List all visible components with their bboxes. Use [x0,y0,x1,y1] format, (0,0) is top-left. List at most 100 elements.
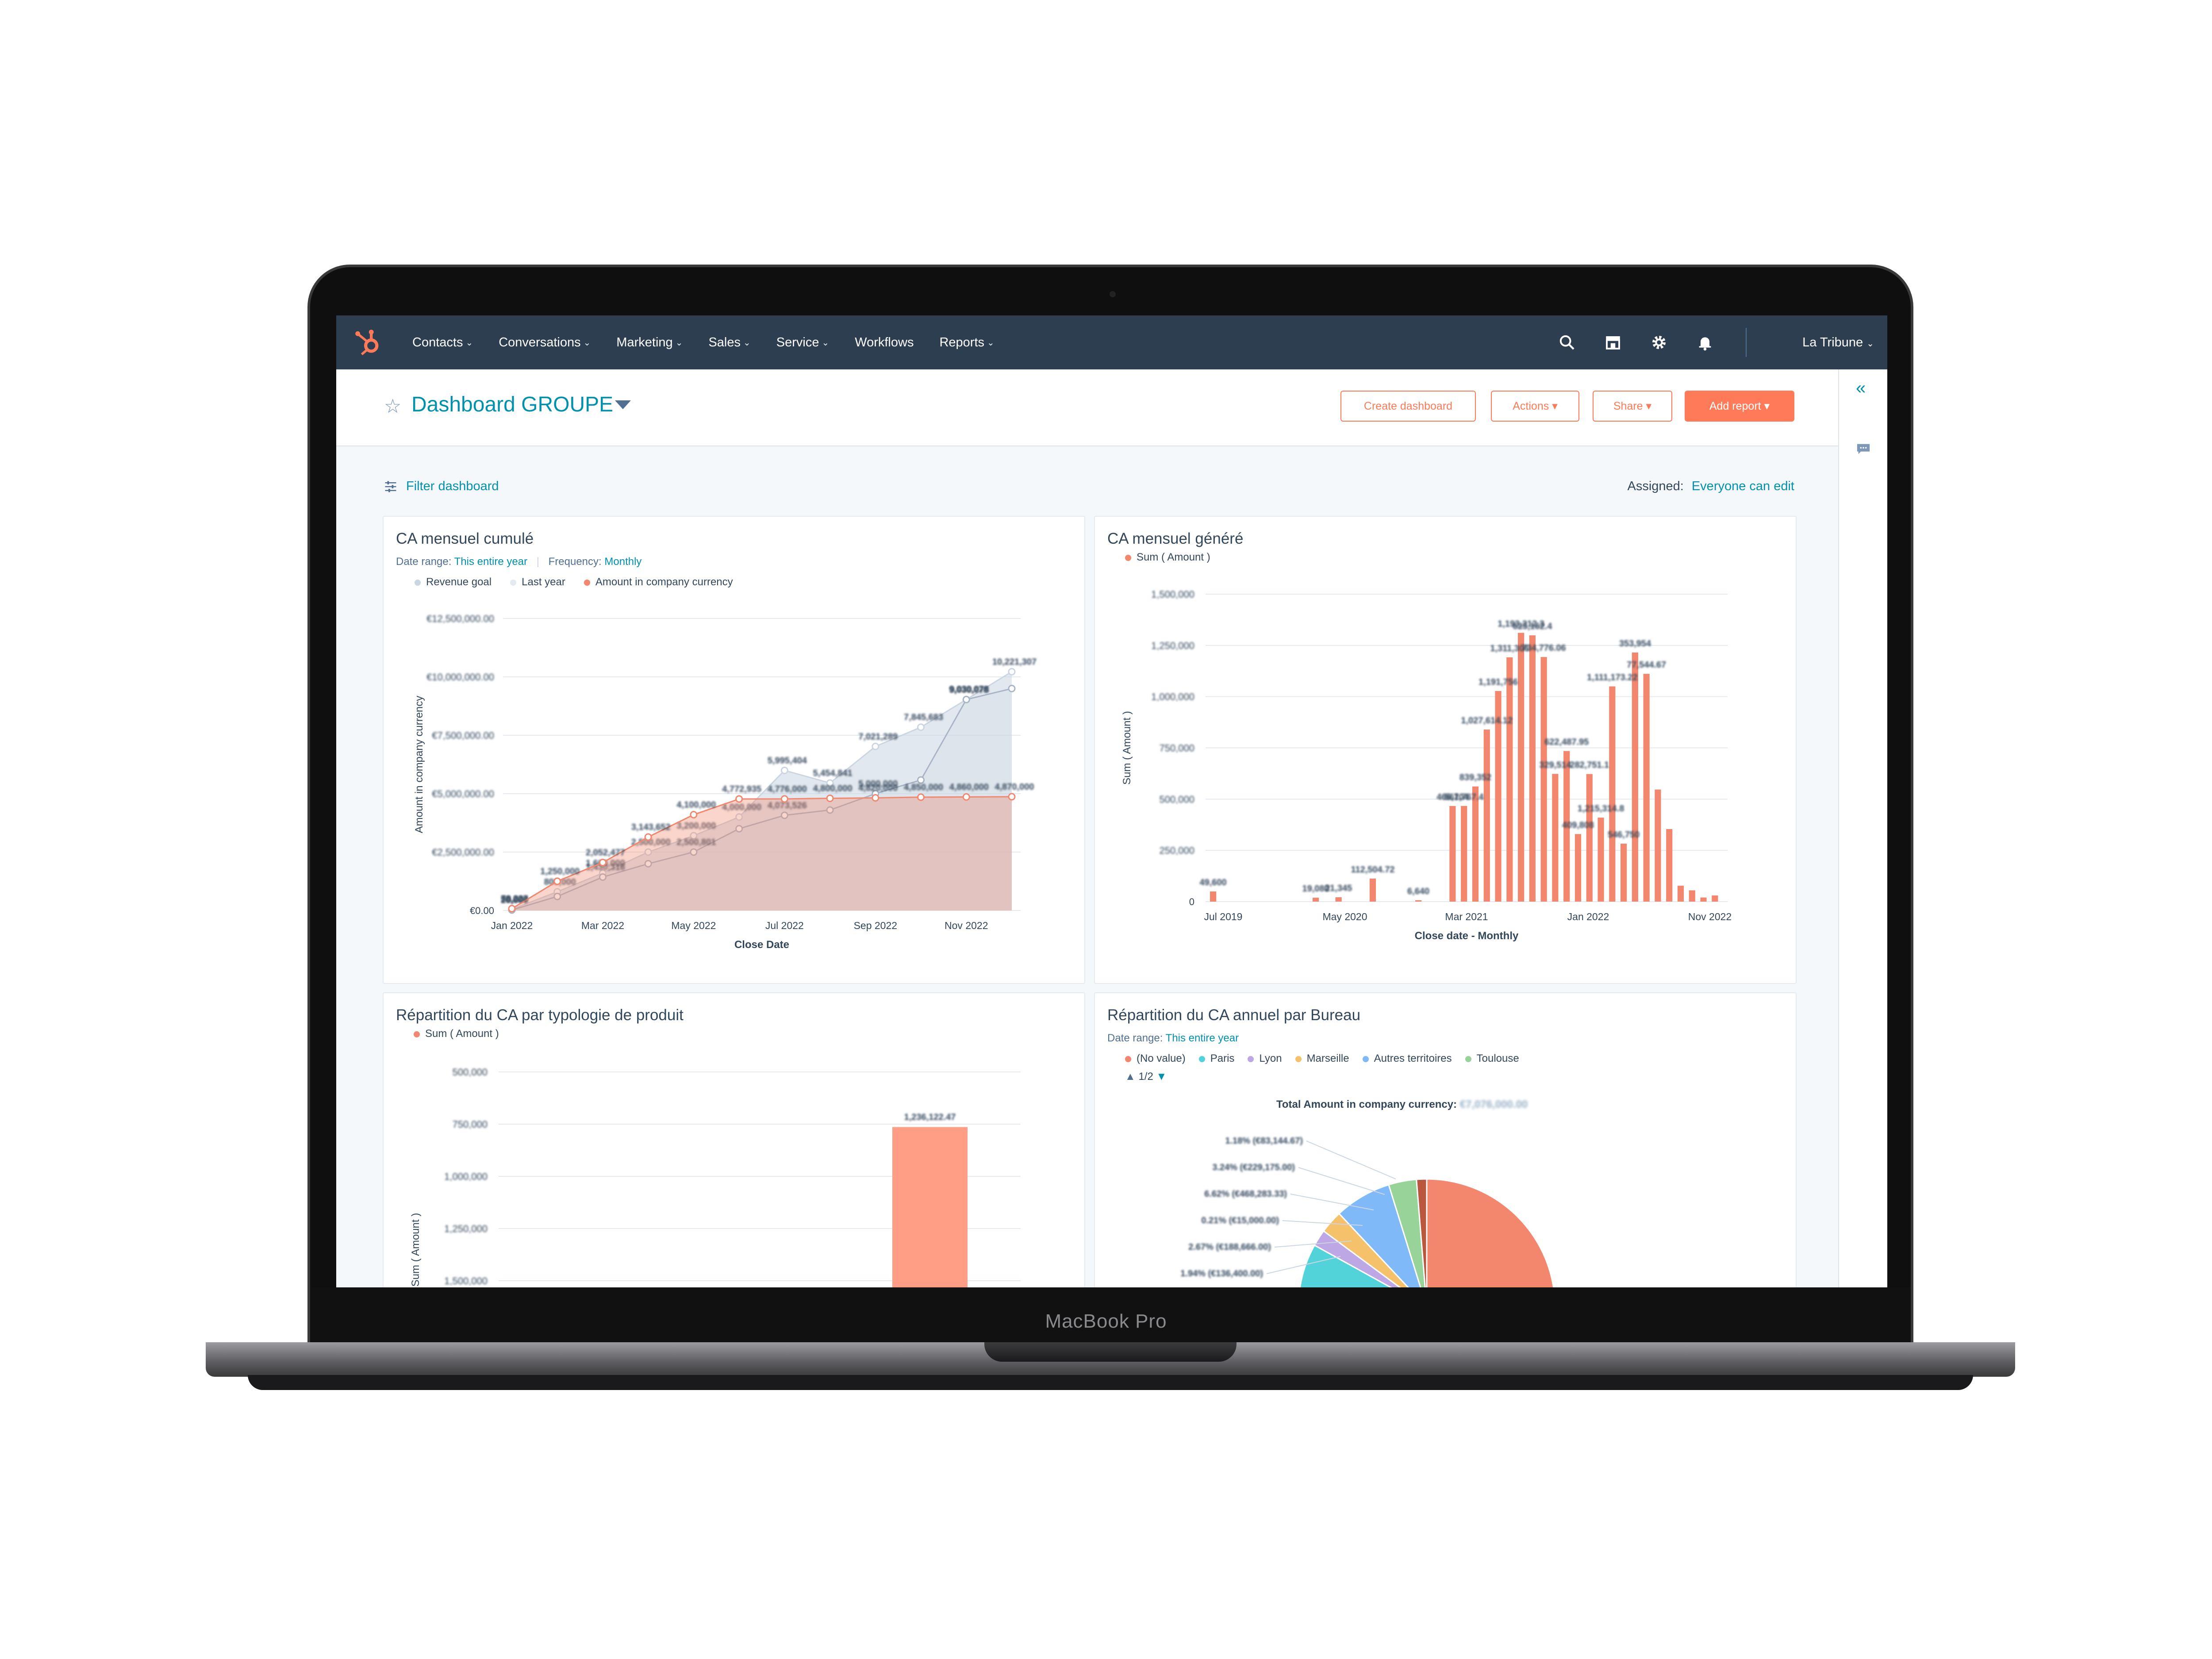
collapse-sidebar-icon[interactable]: « [1856,378,1866,398]
data-label: 4,850,000 [904,783,943,792]
share-label: Share [1613,399,1643,412]
data-point [1008,668,1016,676]
bar [1506,657,1513,902]
chat-icon[interactable] [1856,442,1871,459]
bar [1313,898,1319,902]
y-tick-label: 1,000,000 [444,1171,488,1182]
account-name: La Tribune [1802,335,1863,349]
notifications-icon[interactable] [1695,333,1715,352]
data-label: 1,236,122.47 [904,1113,956,1122]
create-dashboard-label: Create dashboard [1363,399,1453,412]
bar [1518,633,1525,902]
top-nav: Contacts ⌄ Conversations ⌄ Marketing ⌄ Sales ⌄ S… [336,315,1887,369]
y-tick-label: 1,000,000 [1151,691,1194,703]
chevron-down-icon: ⌄ [743,338,751,348]
data-label: 7,845,683 [904,713,943,722]
x-tick-label: Jul 2022 [765,920,804,931]
data-label: 4,100,000 [676,800,716,810]
data-point [1008,793,1016,801]
y-tick-label: 1,250,000 [1151,640,1194,651]
favorite-star-icon[interactable]: ☆ [384,395,401,418]
nav-item-workflows[interactable]: Workflows [855,335,914,350]
bureau-pie-chart: 1.18% (€83,144.67) 3.24% (€229,175.00) 6.6… [1180,1136,1554,1287]
x-axis-label: Close date - Monthly [1415,930,1519,942]
report-card-ca-cumule: CA mensuel cumulé Date range: This entir… [383,516,1085,984]
y-tick-label: 0 [1189,896,1194,907]
data-label: 4,776,000 [768,784,807,794]
y-tick-label: €0.00 [470,905,494,916]
data-label: 2.67% (€188,666.00) [1188,1242,1271,1252]
data-label: 546,750 [1608,830,1640,840]
nav-item-reports[interactable]: Reports ⌄ [939,335,994,350]
add-report-button[interactable]: Add report ▾ [1685,391,1794,422]
chevron-down-icon: ⌄ [1866,338,1874,349]
nav-item-marketing[interactable]: Marketing ⌄ [616,335,683,350]
assigned-label: Assigned: [1627,479,1684,493]
y-axis-label: Sum ( Amount ) [1121,711,1133,785]
actions-label: Actions [1513,399,1549,412]
y-tick-label: 1,250,000 [444,1223,488,1234]
data-point [872,742,879,750]
data-label: 9,030,078 [949,685,989,695]
x-tick-label: Mar 2022 [581,920,624,931]
bar [1540,657,1547,902]
bar [1415,900,1422,902]
data-label: 6,640 [1407,887,1429,896]
data-point [780,766,788,774]
bar [1210,891,1217,902]
marketplace-icon[interactable] [1603,333,1623,352]
bar [1655,789,1661,902]
hubspot-logo-icon[interactable] [352,326,384,358]
data-label: 282,751.1 [1570,760,1609,770]
bar [1621,843,1627,902]
data-label: 21,345 [1325,883,1352,893]
assigned-link[interactable]: Everyone can edit [1692,479,1794,493]
actions-button[interactable]: Actions ▾ [1491,391,1579,422]
data-label: 7,021,289 [858,732,898,741]
data-point [644,833,652,841]
report-card-ca-bureau: Répartition du CA annuel par Bureau Date… [1094,992,1797,1287]
device-label: MacBook Pro [1045,1310,1167,1332]
filter-dashboard-button[interactable]: Filter dashboard [384,479,499,494]
share-button[interactable]: Share ▾ [1593,391,1672,422]
y-tick-label: €5,000,000.00 [432,788,494,799]
dashboard-switcher-caret-icon[interactable] [615,400,631,409]
monthly-bar-chart: 0 250,000 500,000 750,000 1,000,000 1,250,000… [1121,589,1732,942]
data-label: 1.18% (€83,144.67) [1225,1136,1303,1146]
bar [1575,834,1582,902]
dashboard-title[interactable]: Dashboard GROUPE [411,392,613,417]
data-label: 623,162.4 [1513,622,1552,631]
nav-item-sales[interactable]: Sales ⌄ [708,335,750,350]
nav-item-conversations[interactable]: Conversations ⌄ [499,335,591,350]
bar [1689,890,1695,902]
laptop-notch [984,1342,1237,1362]
nav-item-contacts[interactable]: Contacts ⌄ [412,335,473,350]
bar [1677,886,1684,902]
nav-item-label: Marketing [616,335,673,349]
data-label: 839,352 [1459,773,1491,783]
nav-item-service[interactable]: Service ⌄ [776,335,829,350]
data-label: 1,111,173.22 [1587,673,1638,683]
data-point [962,695,970,703]
data-point [553,877,561,885]
y-axis-label: Amount in company currency [413,696,425,833]
data-label: 2,052,477 [586,848,625,858]
create-dashboard-button[interactable]: Create dashboard [1340,391,1476,422]
data-label: 561,767.4 [1444,792,1484,802]
bar [1369,878,1376,902]
data-label: 1.94% (€136,400.00) [1180,1269,1263,1279]
bar [1483,730,1490,902]
x-tick-label: May 2020 [1322,911,1367,922]
y-tick-label: 500,000 [452,1067,488,1078]
account-menu[interactable]: La Tribune ⌄ [1802,335,1874,350]
data-point [599,859,607,867]
settings-icon[interactable] [1649,333,1669,352]
search-icon[interactable] [1557,333,1577,352]
data-point [826,795,834,803]
nav-item-label: Conversations [499,335,581,349]
bar [1586,774,1593,902]
data-point [872,794,879,802]
leader-line [1306,1141,1396,1179]
y-tick-label: €2,500,000.00 [432,847,494,858]
data-label: 1,250,000 [540,867,580,876]
